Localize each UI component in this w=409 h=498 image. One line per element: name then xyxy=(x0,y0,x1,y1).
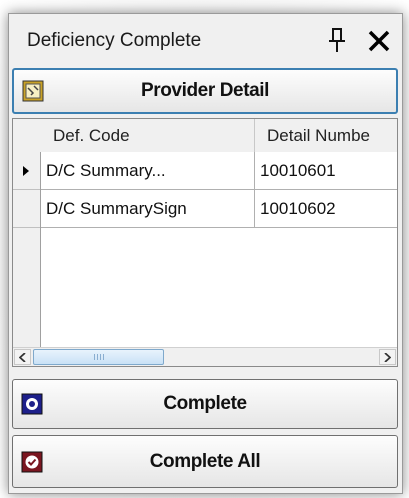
scroll-thumb[interactable] xyxy=(33,349,164,365)
deficiency-grid[interactable]: Def. Code Detail Numbe D/C Summary... 10… xyxy=(12,118,398,367)
chevron-left-icon xyxy=(19,352,26,362)
column-header-def-code[interactable]: Def. Code xyxy=(41,119,255,152)
cell-def-code[interactable]: D/C Summary... xyxy=(41,152,255,190)
chevron-right-icon xyxy=(384,352,391,362)
scroll-left-button[interactable] xyxy=(14,349,31,365)
title-bar: Deficiency Complete xyxy=(9,14,402,66)
column-header-detail-number[interactable]: Detail Numbe xyxy=(255,119,397,152)
provider-detail-button[interactable]: Provider Detail xyxy=(12,68,398,114)
provider-detail-label: Provider Detail xyxy=(140,80,270,101)
cell-detail-number[interactable]: 10010602 xyxy=(255,190,397,228)
grid-header: Def. Code Detail Numbe xyxy=(13,119,397,153)
complete-button[interactable]: Complete xyxy=(12,379,398,429)
row-header[interactable] xyxy=(13,152,40,190)
row-header[interactable] xyxy=(13,190,40,228)
scroll-right-button[interactable] xyxy=(379,349,396,365)
close-icon[interactable] xyxy=(366,28,392,54)
row-header-column xyxy=(13,152,41,352)
window-title: Deficiency Complete xyxy=(27,30,202,51)
cell-def-code[interactable]: D/C SummarySign xyxy=(41,190,255,228)
horizontal-scrollbar[interactable] xyxy=(13,347,397,366)
pin-icon[interactable] xyxy=(327,26,349,54)
deficiency-complete-panel: Deficiency Complete Provider Detail Def.… xyxy=(8,13,403,494)
cell-detail-number[interactable]: 10010601 xyxy=(255,152,397,190)
complete-all-button[interactable]: Complete All xyxy=(12,435,398,488)
complete-all-label: Complete All xyxy=(149,450,261,472)
complete-label: Complete xyxy=(163,393,247,414)
current-row-arrow-icon xyxy=(23,166,29,176)
